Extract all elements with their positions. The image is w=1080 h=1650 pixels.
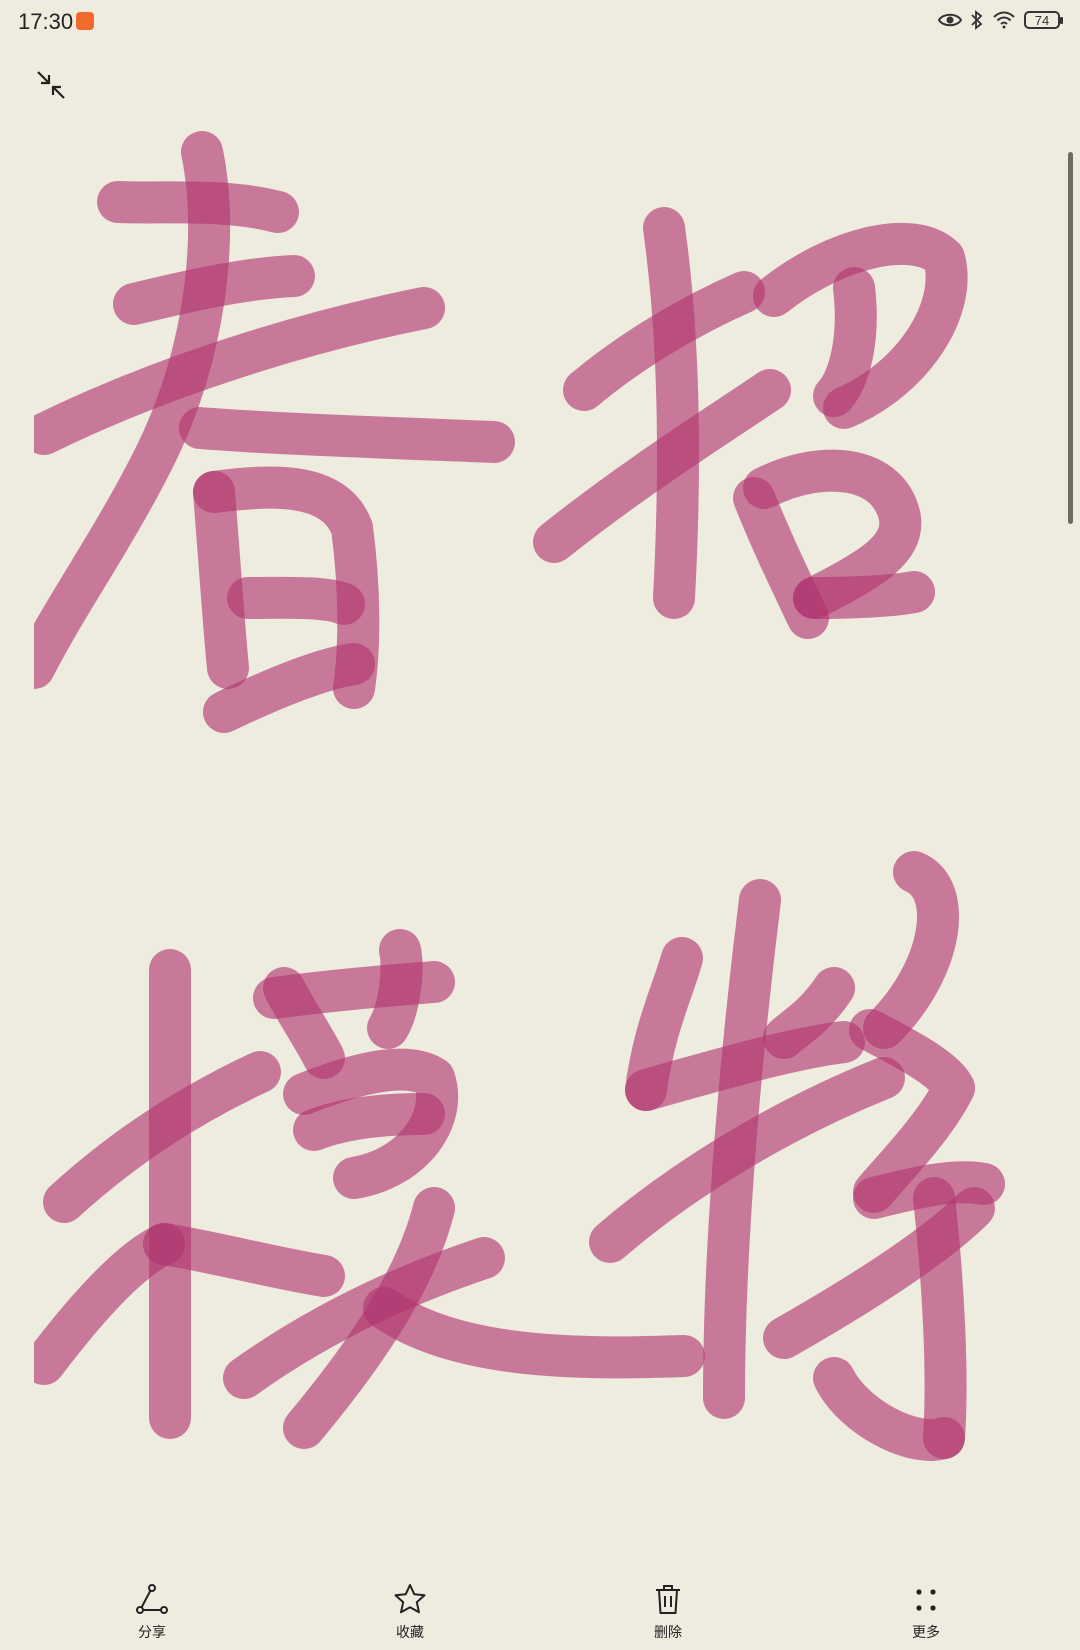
bluetooth-icon: [971, 10, 983, 30]
more-icon: [916, 1589, 936, 1611]
share-label: 分享: [138, 1625, 166, 1641]
trash-icon: [656, 1585, 680, 1614]
handwritten-char-3: [34, 929, 705, 1449]
scrollbar[interactable]: [1068, 152, 1073, 524]
share-button[interactable]: 分享: [92, 1582, 212, 1648]
notification-badge-icon: [76, 12, 94, 30]
star-icon: [394, 1584, 426, 1614]
bottom-toolbar: 分享 收藏 删除 更多: [0, 1570, 1080, 1650]
battery-icon: 74: [1024, 11, 1063, 29]
delete-label: 删除: [654, 1625, 682, 1641]
handwritten-char-1: [34, 131, 515, 733]
status-time: 17:30: [18, 9, 74, 34]
handwriting-canvas: [34, 131, 1005, 1461]
favorite-button[interactable]: 收藏: [350, 1582, 470, 1648]
share-icon: [136, 1584, 168, 1614]
more-label: 更多: [912, 1625, 940, 1641]
delete-button[interactable]: 删除: [608, 1582, 728, 1648]
collapse-icon[interactable]: [34, 68, 68, 102]
more-button[interactable]: 更多: [866, 1582, 986, 1648]
eye-icon: [938, 13, 962, 27]
favorite-label: 收藏: [396, 1625, 424, 1641]
status-icons: 74: [938, 10, 1063, 30]
handwritten-char-2: [533, 207, 968, 639]
status-bar: 17:30 74: [0, 0, 1080, 46]
wifi-icon: [993, 11, 1015, 29]
note-viewer: 17:30 74 分享 收藏 删除 更多: [0, 0, 1080, 1650]
